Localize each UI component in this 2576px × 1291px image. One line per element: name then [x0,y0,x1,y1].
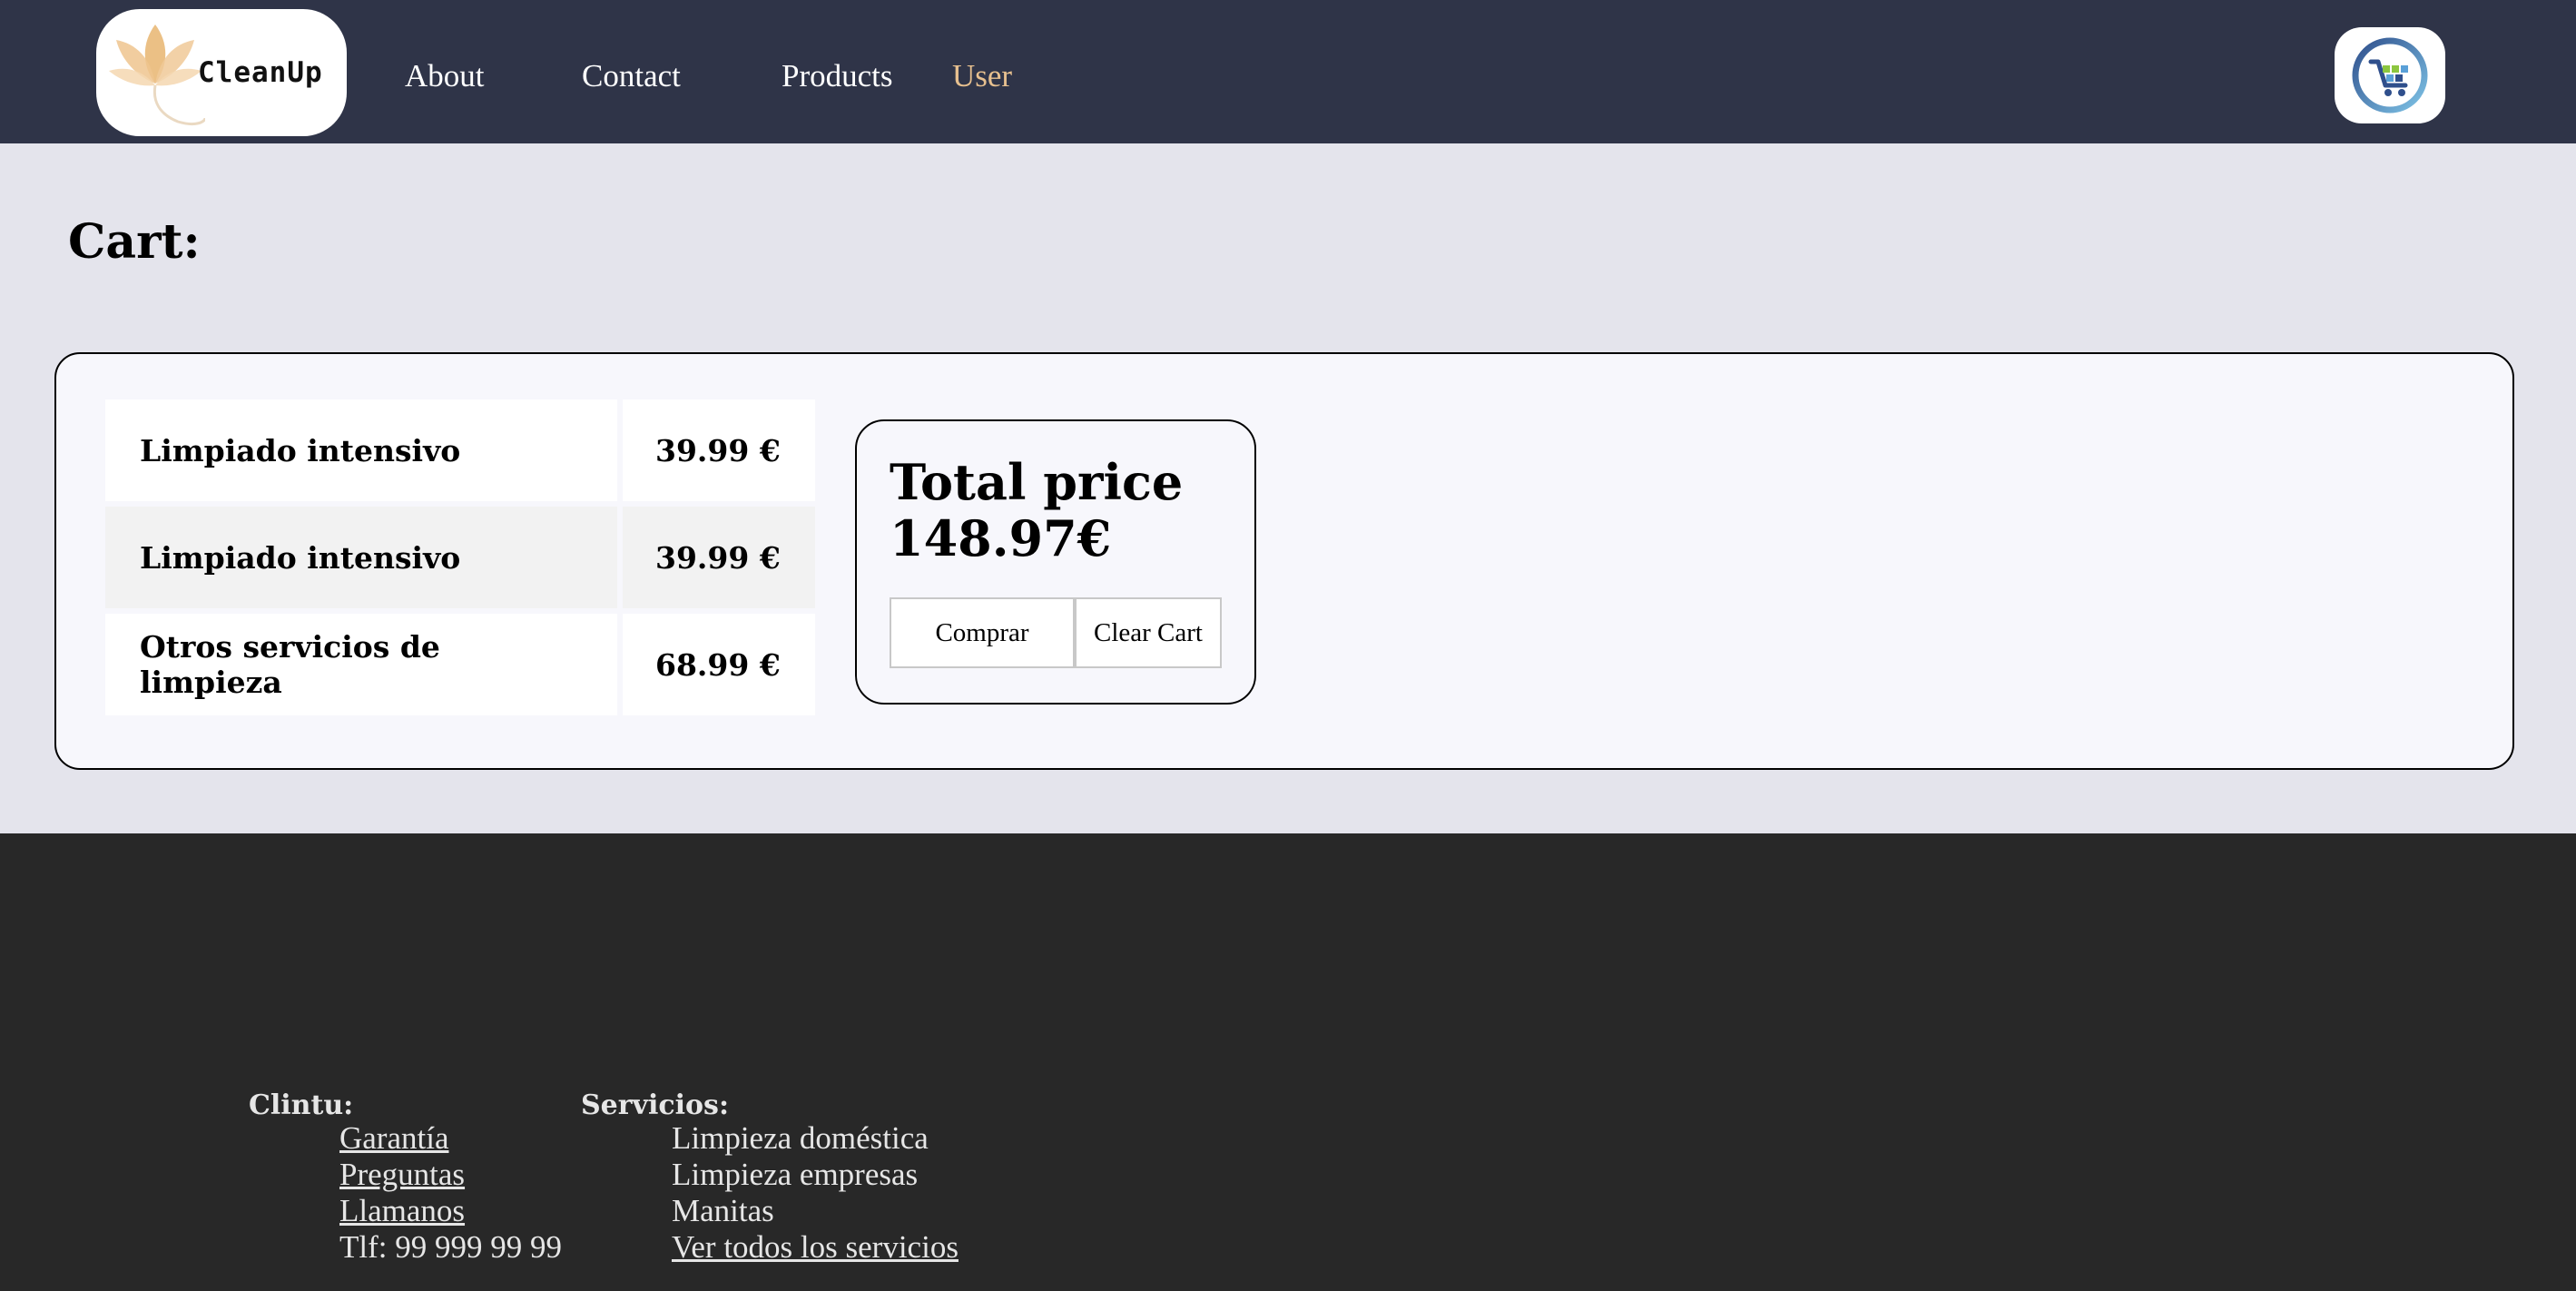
item-price: 39.99 € [623,507,815,608]
item-name: Limpiado intensivo [105,507,617,608]
total-price-value: 148.97€ [890,509,1112,567]
page-title: Cart: [68,214,201,270]
item-price: 39.99 € [623,399,815,501]
cart-panel: Limpiado intensivo 39.99 € Limpiado inte… [54,352,2514,770]
item-name: Otros servicios de limpieza [105,614,617,715]
footer: Clintu: Garantía Preguntas Llamanos Tlf:… [0,833,2576,1291]
footer-link-all-services[interactable]: Ver todos los servicios [672,1229,959,1266]
footer-service-item: Manitas [672,1193,774,1228]
table-row: Limpiado intensivo 39.99 € [105,399,815,501]
nav-about[interactable]: About [405,58,485,94]
buy-button[interactable]: Comprar [890,597,1075,668]
footer-link-garantia[interactable]: Garantía [339,1120,448,1157]
footer-heading-servicios: Servicios: [581,1089,730,1121]
footer-service-item: Limpieza empresas [672,1157,919,1192]
footer-heading-clintu: Clintu: [249,1089,354,1121]
table-row: Otros servicios de limpieza 68.99 € [105,614,815,715]
logo-text: CleanUp [198,56,323,89]
logo[interactable]: CleanUp [96,9,347,136]
footer-service-item: Limpieza doméstica [672,1120,929,1156]
footer-phone: Tlf: 99 999 99 99 [339,1229,562,1265]
table-row: Limpiado intensivo 39.99 € [105,507,815,608]
lotus-flower-icon [109,25,205,125]
item-name: Limpiado intensivo [105,399,617,501]
shopping-cart-icon [2352,37,2428,113]
footer-link-preguntas[interactable]: Preguntas [339,1157,465,1193]
total-price-box: Total price 148.97€ Comprar Clear Cart [855,419,1256,705]
item-price: 68.99 € [623,614,815,715]
clear-cart-button[interactable]: Clear Cart [1075,597,1222,668]
cart-items-table: Limpiado intensivo 39.99 € Limpiado inte… [100,394,821,721]
total-price-label: Total price [890,453,1184,511]
top-navbar: CleanUp About Contact Products User [0,0,2576,143]
nav-contact[interactable]: Contact [582,58,681,94]
cart-button[interactable] [2335,27,2445,123]
nav-products[interactable]: Products [782,58,893,94]
total-price: Total price 148.97€ [890,454,1183,567]
footer-link-llamanos[interactable]: Llamanos [339,1193,465,1229]
nav-user[interactable]: User [952,58,1012,94]
